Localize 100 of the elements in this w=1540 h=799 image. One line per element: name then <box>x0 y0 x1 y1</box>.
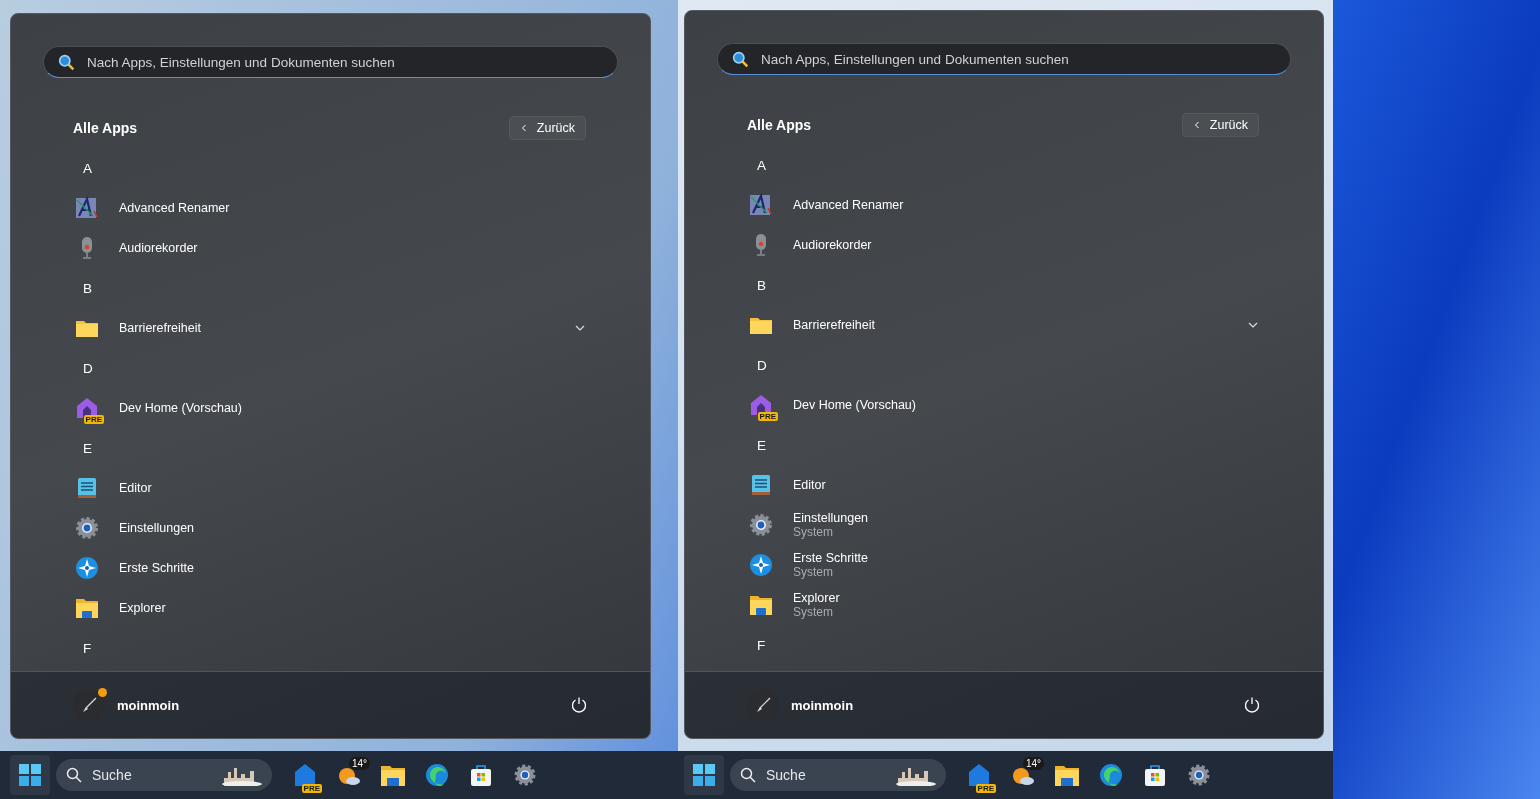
app-name: Einstellungen <box>793 511 870 525</box>
temperature-badge: 14° <box>349 757 371 770</box>
back-button[interactable]: Zurück <box>508 116 586 140</box>
start-button[interactable] <box>10 755 50 795</box>
app-name: Dev Home (Vorschau) <box>119 401 243 415</box>
app-name: Editor <box>793 478 827 492</box>
app-icon <box>75 196 99 220</box>
letter-header[interactable]: D <box>757 357 767 373</box>
browser-icon <box>424 762 450 788</box>
search-icon <box>740 767 756 783</box>
app-name: Advanced Renamer <box>119 201 231 215</box>
app-list-item[interactable]: Erste Schritte System <box>747 545 1260 585</box>
app-name: Advanced Renamer <box>793 198 905 212</box>
start-button[interactable] <box>684 755 724 795</box>
app-name: Barrierefreiheit <box>119 321 202 335</box>
app-name: Audiorekorder <box>793 238 873 252</box>
app-list-item[interactable]: Editor <box>747 465 1260 505</box>
app-icon <box>75 476 99 500</box>
letter-header[interactable]: F <box>83 640 92 656</box>
power-icon[interactable] <box>570 696 588 714</box>
app-name: Explorer <box>793 591 841 605</box>
app-list-item[interactable]: Advanced Renamer <box>747 185 1260 225</box>
section-title: Alle Apps <box>73 120 138 136</box>
taskbar-search-field[interactable]: Suche <box>56 759 272 791</box>
search-icon <box>66 767 82 783</box>
app-list-item[interactable]: Explorer <box>73 588 587 628</box>
app-icon <box>75 596 99 620</box>
app-list-item[interactable]: Audiorekorder <box>747 225 1260 265</box>
app-list-item[interactable]: Erste Schritte <box>73 548 587 588</box>
house-icon <box>292 762 318 788</box>
house-icon <box>966 762 992 788</box>
letter-header[interactable]: B <box>83 280 92 296</box>
taskbar-app[interactable]: 14° <box>330 755 368 795</box>
app-name: Einstellungen <box>119 521 196 535</box>
letter-header[interactable]: A <box>83 160 92 176</box>
user-avatar[interactable] <box>73 689 105 721</box>
chevron-down-icon[interactable] <box>1248 320 1258 330</box>
store-icon <box>1142 762 1168 788</box>
app-list-item[interactable]: Einstellungen <box>73 508 587 548</box>
windows-logo-icon <box>693 764 715 786</box>
user-avatar[interactable] <box>747 689 779 721</box>
chevron-down-icon[interactable] <box>575 323 585 333</box>
section-title: Alle Apps <box>747 117 812 133</box>
letter-header[interactable]: B <box>757 277 766 293</box>
app-name: Explorer <box>119 601 167 615</box>
app-category: System <box>793 565 834 579</box>
search-field[interactable]: Nach Apps, Einstellungen und Dokumenten suchen <box>717 43 1291 75</box>
search-placeholder: Nach Apps, Einstellungen und Dokumenten suchen <box>87 54 395 70</box>
app-list-item[interactable]: Barrierefreiheit <box>747 305 1260 345</box>
power-icon[interactable] <box>1243 696 1261 714</box>
app-icon <box>75 516 99 540</box>
app-icon <box>749 593 773 617</box>
taskbar-app[interactable]: PRE <box>960 755 998 795</box>
letter-header[interactable]: E <box>757 437 766 453</box>
app-list-item[interactable]: Advanced Renamer <box>73 188 587 228</box>
app-name: Erste Schritte <box>119 561 196 575</box>
user-name: moinmoin <box>117 697 180 713</box>
letter-header[interactable]: F <box>757 637 766 653</box>
app-name: Dev Home (Vorschau) <box>793 398 917 412</box>
taskbar-search-field[interactable]: Suche <box>730 759 946 791</box>
app-list-item[interactable]: PRE Dev Home (Vorschau) <box>747 385 1260 425</box>
back-button[interactable]: Zurück <box>1181 113 1259 137</box>
app-name: Audiorekorder <box>119 241 199 255</box>
app-list-item[interactable]: Barrierefreiheit <box>73 308 587 348</box>
app-icon <box>749 553 773 577</box>
app-list-item[interactable]: PRE Dev Home (Vorschau) <box>73 388 587 428</box>
letter-header[interactable]: A <box>757 157 766 173</box>
app-icon <box>75 556 99 580</box>
app-list-item[interactable]: Editor <box>73 468 587 508</box>
app-list-item[interactable]: Audiorekorder <box>73 228 587 268</box>
preview-badge: PRE <box>301 784 322 793</box>
app-list-item[interactable]: Explorer System <box>747 585 1260 625</box>
search-icon <box>732 50 749 68</box>
temperature-badge: 14° <box>1023 757 1045 770</box>
letter-header[interactable]: E <box>83 440 92 456</box>
letter-header[interactable]: D <box>83 360 93 376</box>
chevron-left-icon <box>519 124 528 132</box>
app-icon <box>749 513 773 537</box>
app-category: System <box>793 525 834 539</box>
brush-icon <box>754 696 772 714</box>
windows-logo-icon <box>19 764 41 786</box>
browser-icon <box>1098 762 1124 788</box>
gear-icon <box>512 762 538 788</box>
app-name: Erste Schritte <box>793 551 870 565</box>
brush-icon <box>80 696 98 714</box>
search-icon <box>58 53 75 71</box>
app-icon <box>749 473 773 497</box>
search-placeholder: Nach Apps, Einstellungen und Dokumenten suchen <box>761 51 1069 67</box>
preview-badge: PRE <box>757 412 778 421</box>
chevron-left-icon <box>1192 121 1201 129</box>
app-icon <box>749 193 773 217</box>
app-list-item[interactable]: Einstellungen System <box>747 505 1260 545</box>
store-icon <box>468 762 494 788</box>
search-field[interactable]: Nach Apps, Einstellungen und Dokumenten suchen <box>43 46 618 78</box>
taskbar-app[interactable]: PRE <box>286 755 324 795</box>
preview-badge: PRE <box>83 415 104 424</box>
taskbar-app[interactable]: 14° <box>1004 755 1042 795</box>
user-name: moinmoin <box>791 697 854 713</box>
preview-badge: PRE <box>975 784 996 793</box>
app-name: Barrierefreiheit <box>793 318 876 332</box>
